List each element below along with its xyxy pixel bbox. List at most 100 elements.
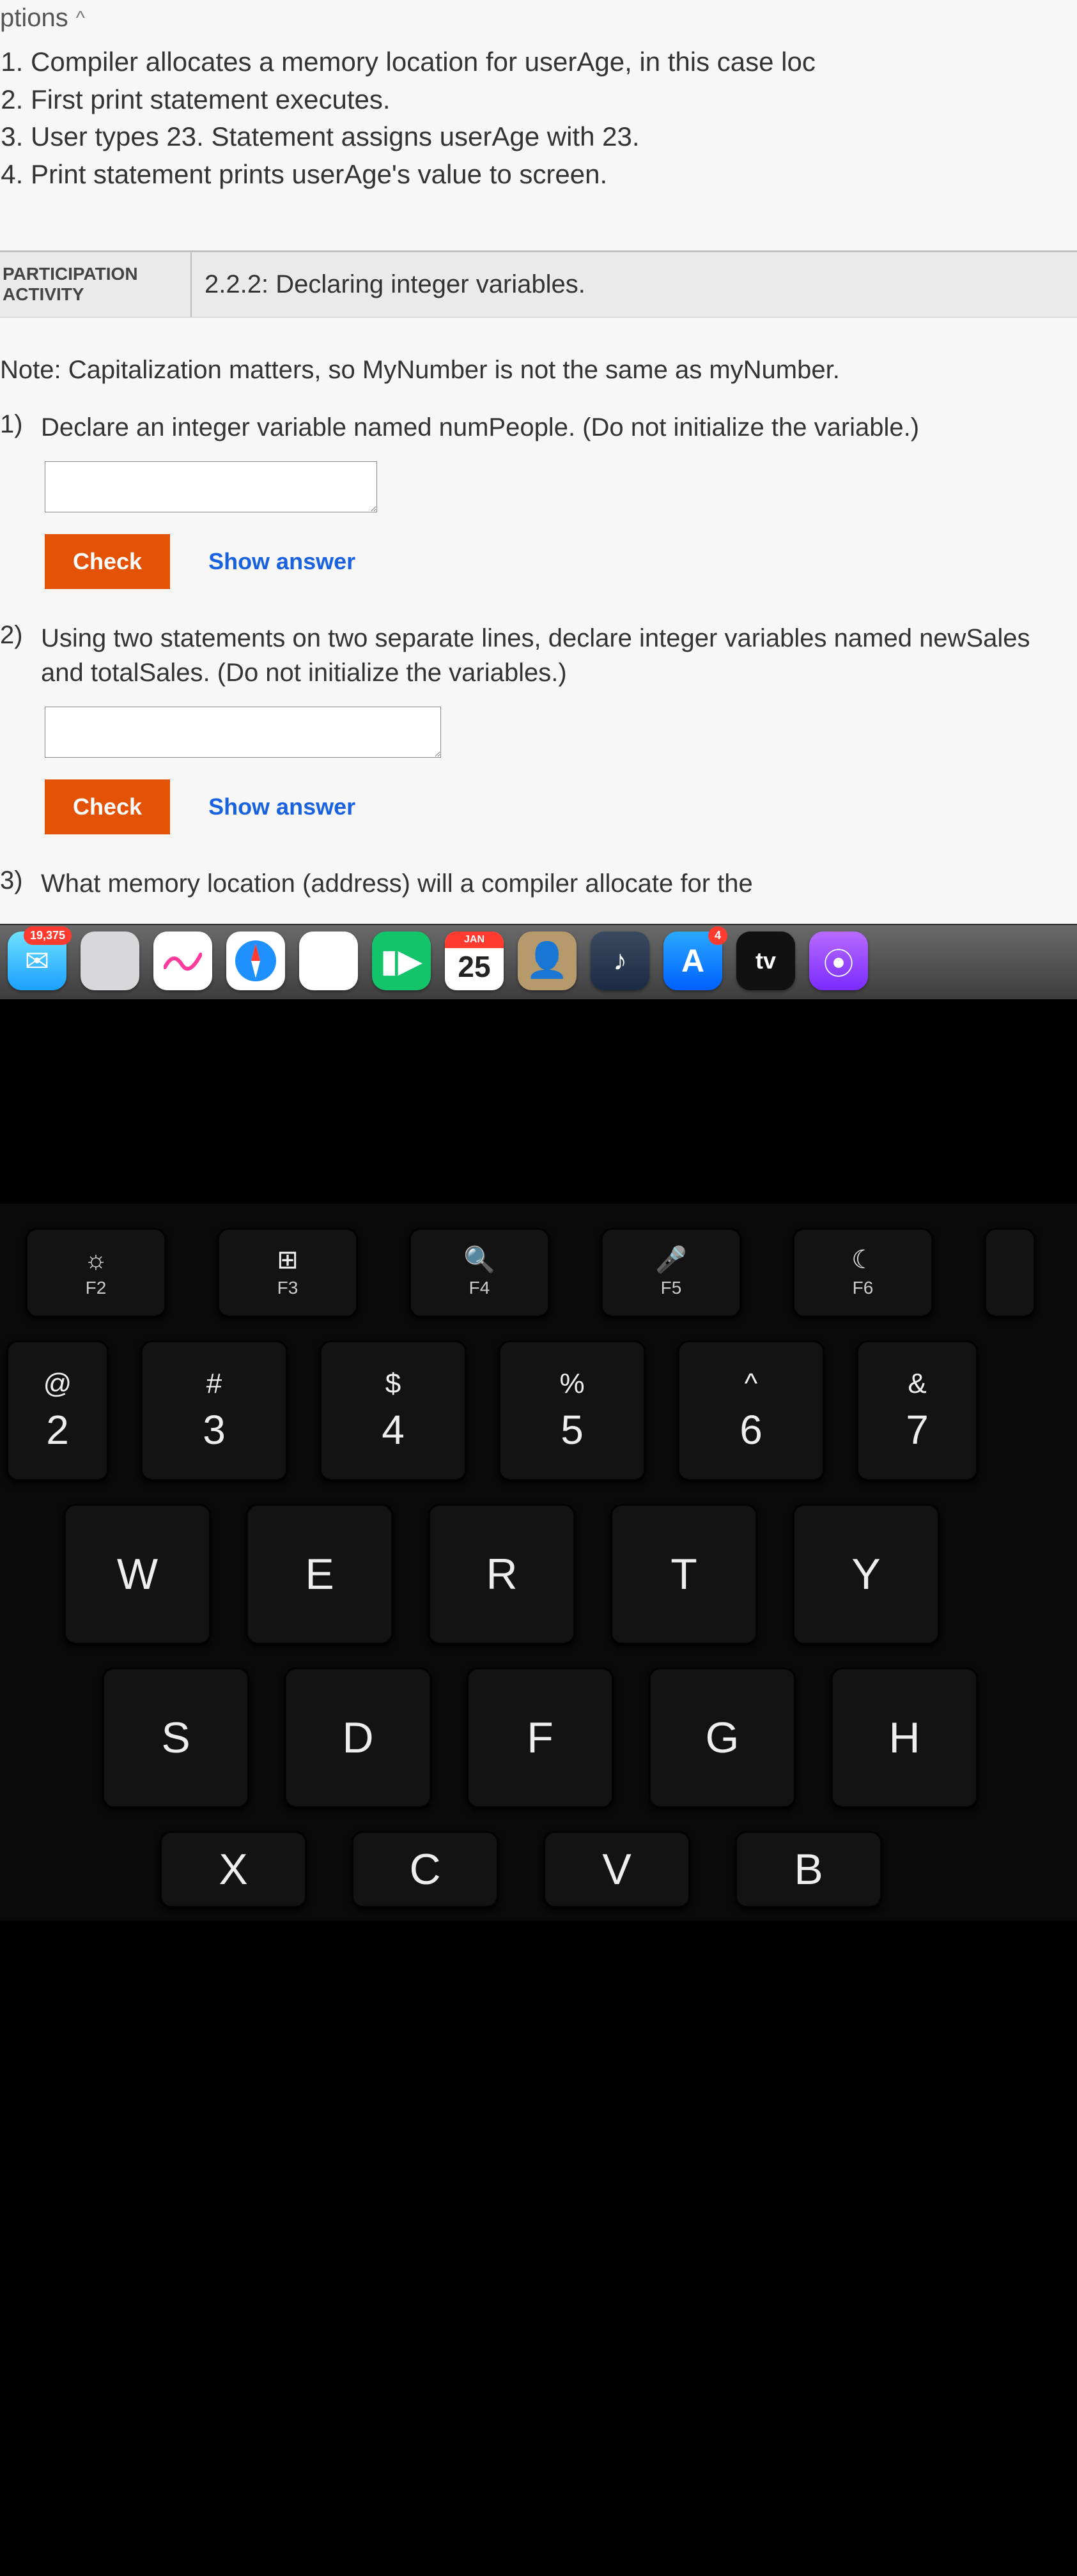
photos-app-icon[interactable]: ✿ <box>299 931 358 990</box>
scribble-icon <box>164 948 202 974</box>
key-c[interactable]: C <box>352 1831 499 1908</box>
envelope-icon: ✉︎ <box>25 944 50 978</box>
key-symbol: # <box>206 1368 222 1400</box>
question-3: 3) What memory location (address) will a… <box>0 866 1077 924</box>
key-digit: 4 <box>382 1406 405 1453</box>
question-number: 3) <box>0 866 28 901</box>
activity-type-line2: ACTIVITY <box>3 284 84 304</box>
key-symbol: ^ <box>745 1368 758 1400</box>
key-5[interactable]: % 5 <box>499 1340 646 1481</box>
mail-badge: 19,375 <box>24 926 72 945</box>
compass-icon <box>233 939 278 983</box>
key-3[interactable]: # 3 <box>141 1340 288 1481</box>
key-symbol: $ <box>385 1368 401 1400</box>
key-digit: 3 <box>203 1406 226 1453</box>
podcasts-app-icon[interactable]: ⦿ <box>809 931 868 990</box>
safari-placeholder-icon[interactable] <box>81 931 139 990</box>
key-label: F5 <box>661 1278 682 1298</box>
key-label: F4 <box>469 1278 490 1298</box>
caption-item: Compiler allocates a memory location for… <box>31 44 1077 80</box>
key-2[interactable]: @ 2 <box>6 1340 109 1481</box>
spotlight-icon: 🔍 <box>463 1247 495 1273</box>
activity-type-line1: PARTICIPATION <box>3 264 138 284</box>
freeform-app-icon[interactable] <box>153 931 212 990</box>
brightness-up-icon: ☼ <box>84 1247 108 1273</box>
music-placeholder-icon[interactable]: ♪ <box>591 931 649 990</box>
question-2: 2) Using two statements on two separate … <box>0 621 1077 866</box>
key-f7-partial[interactable] <box>984 1228 1035 1317</box>
key-w[interactable]: W <box>64 1504 211 1644</box>
laptop-keyboard: ☼ F2 ⊞ F3 🔍 F4 🎤 F5 ☾ F6 @ 2 # 3 <box>0 1204 1077 1920</box>
key-digit: 7 <box>906 1406 929 1453</box>
key-v[interactable]: V <box>543 1831 690 1908</box>
key-y[interactable]: Y <box>793 1504 940 1644</box>
key-label: F2 <box>86 1278 107 1298</box>
answer-input-1[interactable] <box>45 461 377 512</box>
key-6[interactable]: ^ 6 <box>678 1340 825 1481</box>
check-button[interactable]: Check <box>45 534 170 589</box>
question-text: What memory location (address) will a co… <box>41 866 1077 901</box>
dnd-icon: ☾ <box>851 1247 874 1273</box>
key-x[interactable]: X <box>160 1831 307 1908</box>
key-digit: 5 <box>561 1406 584 1453</box>
question-number: 2) <box>0 621 28 690</box>
key-7[interactable]: & 7 <box>856 1340 978 1481</box>
key-g[interactable]: G <box>649 1667 796 1808</box>
captions-label: ptions <box>0 4 68 33</box>
chevron-up-icon: ^ <box>76 8 85 29</box>
key-symbol: @ <box>43 1368 72 1400</box>
key-t[interactable]: T <box>610 1504 757 1644</box>
mission-control-icon: ⊞ <box>277 1247 298 1273</box>
calendar-month: JAN <box>445 931 504 948</box>
key-e[interactable]: E <box>246 1504 393 1644</box>
key-f4[interactable]: 🔍 F4 <box>409 1228 550 1317</box>
key-label: F6 <box>853 1278 874 1298</box>
show-answer-button[interactable]: Show answer <box>208 793 355 820</box>
key-digit: 6 <box>740 1406 763 1453</box>
contacts-app-icon[interactable]: 👤 <box>518 931 577 990</box>
key-f5[interactable]: 🎤 F5 <box>601 1228 741 1317</box>
key-f2[interactable]: ☼ F2 <box>26 1228 166 1317</box>
key-4[interactable]: $ 4 <box>320 1340 467 1481</box>
activity-type-label: PARTICIPATION ACTIVITY <box>0 252 192 317</box>
key-f6[interactable]: ☾ F6 <box>793 1228 933 1317</box>
video-icon: ▮▶ <box>380 942 422 979</box>
podcast-icon: ⦿ <box>823 939 854 983</box>
tv-app-icon[interactable]: tv <box>736 931 795 990</box>
check-button[interactable]: Check <box>45 779 170 834</box>
key-h[interactable]: H <box>831 1667 978 1808</box>
person-icon: 👤 <box>525 940 568 981</box>
answer-input-2[interactable] <box>45 707 441 758</box>
macos-dock: ✉︎ 19,375 ✿ ▮▶ JAN 25 👤 ♪ A 4 tv ⦿ <box>0 924 1077 999</box>
question-text: Using two statements on two separate lin… <box>41 621 1077 690</box>
key-s[interactable]: S <box>102 1667 249 1808</box>
key-f3[interactable]: ⊞ F3 <box>217 1228 358 1317</box>
key-digit: 2 <box>46 1406 69 1453</box>
safari-app-icon[interactable] <box>226 931 285 990</box>
key-d[interactable]: D <box>284 1667 431 1808</box>
activity-note: Note: Capitalization matters, so MyNumbe… <box>0 318 1077 410</box>
flower-icon: ✿ <box>314 940 343 981</box>
webpage-content: ptions ^ Compiler allocates a memory loc… <box>0 0 1077 924</box>
activity-header: PARTICIPATION ACTIVITY 2.2.2: Declaring … <box>0 252 1077 318</box>
mail-app-icon[interactable]: ✉︎ 19,375 <box>8 931 66 990</box>
activity-title: 2.2.2: Declaring integer variables. <box>192 252 598 317</box>
caption-item: Print statement prints userAge's value t… <box>31 157 1077 193</box>
caption-item: User types 23. Statement assigns userAge… <box>31 119 1077 155</box>
dictation-icon: 🎤 <box>655 1247 687 1273</box>
calendar-app-icon[interactable]: JAN 25 <box>445 931 504 990</box>
laptop-bezel-gap <box>0 999 1077 1204</box>
a-icon: A <box>681 942 704 979</box>
note-icon: ♪ <box>613 945 627 977</box>
key-symbol: % <box>559 1368 584 1400</box>
key-f[interactable]: F <box>467 1667 614 1808</box>
question-text: Declare an integer variable named numPeo… <box>41 410 1077 445</box>
appstore-app-icon[interactable]: A 4 <box>663 931 722 990</box>
key-b[interactable]: B <box>735 1831 882 1908</box>
caption-item: First print statement executes. <box>31 82 1077 118</box>
captions-list: Compiler allocates a memory location for… <box>0 44 1077 193</box>
key-r[interactable]: R <box>428 1504 575 1644</box>
show-answer-button[interactable]: Show answer <box>208 548 355 575</box>
facetime-app-icon[interactable]: ▮▶ <box>372 931 431 990</box>
captions-toggle[interactable]: ptions ^ <box>0 0 1077 44</box>
